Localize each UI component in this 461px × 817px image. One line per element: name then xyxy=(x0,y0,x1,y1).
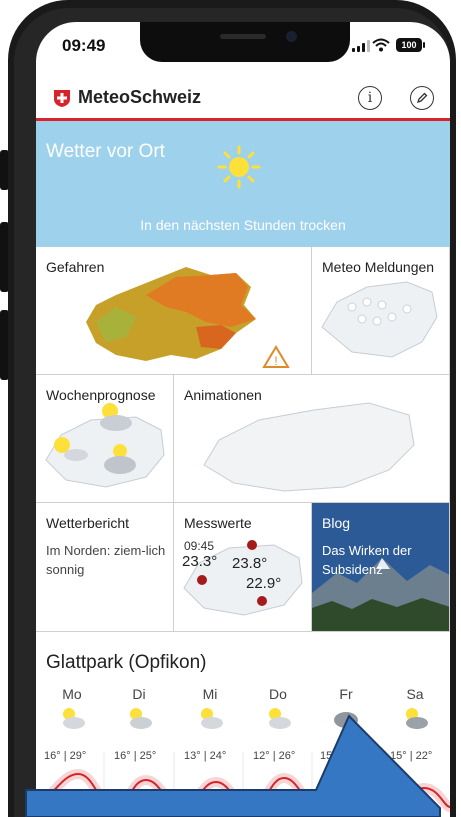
swiss-shield-icon xyxy=(54,90,70,107)
tile-wochenprognose[interactable]: Wochenprognose xyxy=(36,375,174,503)
tile-meteo-meldungen[interactable]: Meteo Meldungen xyxy=(312,247,450,375)
day-name: Fr xyxy=(339,686,353,702)
day-name: Mo xyxy=(62,686,82,702)
tile-gefahren[interactable]: Gefahren ! xyxy=(36,247,312,375)
edit-button[interactable] xyxy=(410,86,434,110)
status-time: 09:49 xyxy=(62,36,106,55)
day-name: Sa xyxy=(406,686,424,702)
day-name: Mi xyxy=(202,686,218,702)
forecast-day[interactable]: Fr xyxy=(311,686,381,737)
info-button[interactable]: i xyxy=(358,86,382,110)
info-icon: i xyxy=(367,90,373,106)
battery-icon: 100 xyxy=(396,38,425,52)
pencil-icon xyxy=(416,92,428,104)
animation-map xyxy=(203,402,415,492)
sun-cloud-icon xyxy=(63,708,85,729)
app-screen: 09:49 100 MeteoSchweiz i Wetter vor Ort xyxy=(36,22,450,817)
forecast-day[interactable]: Do xyxy=(243,686,313,737)
sun-cloud-icon xyxy=(130,708,152,729)
measure-value: 22.9° xyxy=(246,575,282,592)
forecast-day[interactable]: Mo xyxy=(37,686,107,737)
reports-map xyxy=(321,281,438,358)
sun-cloud-icon xyxy=(269,708,291,729)
svg-text:!: ! xyxy=(274,354,277,368)
forecast-day[interactable]: Sa xyxy=(380,686,450,737)
app-header: MeteoSchweiz i xyxy=(36,78,450,121)
hero-title: Wetter vor Ort xyxy=(46,141,165,162)
weekly-map xyxy=(45,403,165,488)
measure-value: 23.8° xyxy=(232,555,268,572)
tile-title: Blog xyxy=(322,515,351,531)
tile-wetterbericht[interactable]: Wetterbericht Im Norden: ziem-lich sonni… xyxy=(36,503,174,632)
tile-animationen[interactable]: Animationen xyxy=(174,375,450,503)
forecast-day[interactable]: Mi xyxy=(175,686,245,737)
sun-cloud-icon xyxy=(406,708,428,729)
notch xyxy=(140,22,350,62)
tile-title: Wetterbericht xyxy=(46,515,129,531)
location-title: Glattpark (Opfikon) xyxy=(46,652,207,673)
day-name: Di xyxy=(132,686,146,702)
signal-icon xyxy=(352,40,370,52)
measure-value: 23.3° xyxy=(182,553,218,570)
hero-subtitle: In den nächsten Stunden trocken xyxy=(140,217,346,233)
sun-cloud-icon xyxy=(201,708,223,729)
forecast-day[interactable]: Di xyxy=(104,686,174,737)
measure-time: 09:45 xyxy=(184,539,215,553)
cloud-icon xyxy=(334,712,358,728)
tile-messwerte[interactable]: Messwerte 09:45 23.3° 23.8° 22.9° xyxy=(174,503,312,632)
tile-blog[interactable]: Blog Das Wirken der Subsidenz xyxy=(312,503,450,632)
local-weather-card[interactable]: Wetter vor Ort In den nächsten Stunden t… xyxy=(36,121,450,247)
forecast-section[interactable]: Glattpark (Opfikon) Mo Di Mi Do Fr Sa 16… xyxy=(36,632,450,817)
temperature-curve xyxy=(36,752,450,817)
hazard-map: ! xyxy=(86,267,290,368)
sun-icon xyxy=(217,145,261,189)
app-brand: MeteoSchweiz xyxy=(78,87,202,107)
tile-text: Das Wirken der Subsidenz xyxy=(322,543,412,577)
day-name: Do xyxy=(269,686,287,702)
tile-text: Im Norden: ziem-lich sonnig xyxy=(46,543,166,577)
wifi-icon xyxy=(372,38,390,52)
